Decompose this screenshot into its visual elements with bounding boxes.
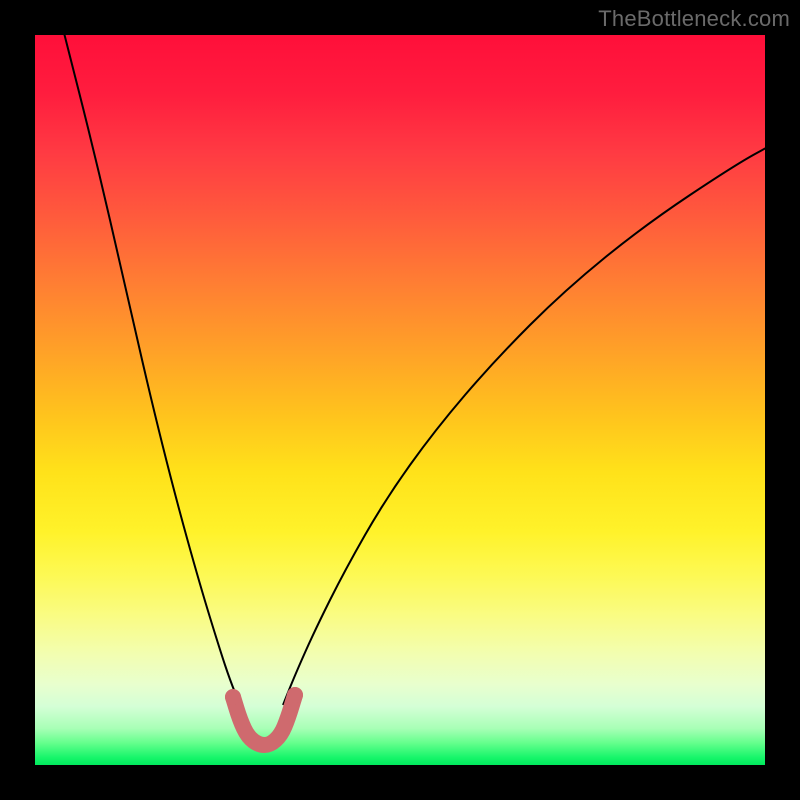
watermark-text: TheBottleneck.com [598, 6, 790, 32]
chart-frame: TheBottleneck.com [0, 0, 800, 800]
gradient-background [35, 35, 765, 765]
plot-area [35, 35, 765, 765]
